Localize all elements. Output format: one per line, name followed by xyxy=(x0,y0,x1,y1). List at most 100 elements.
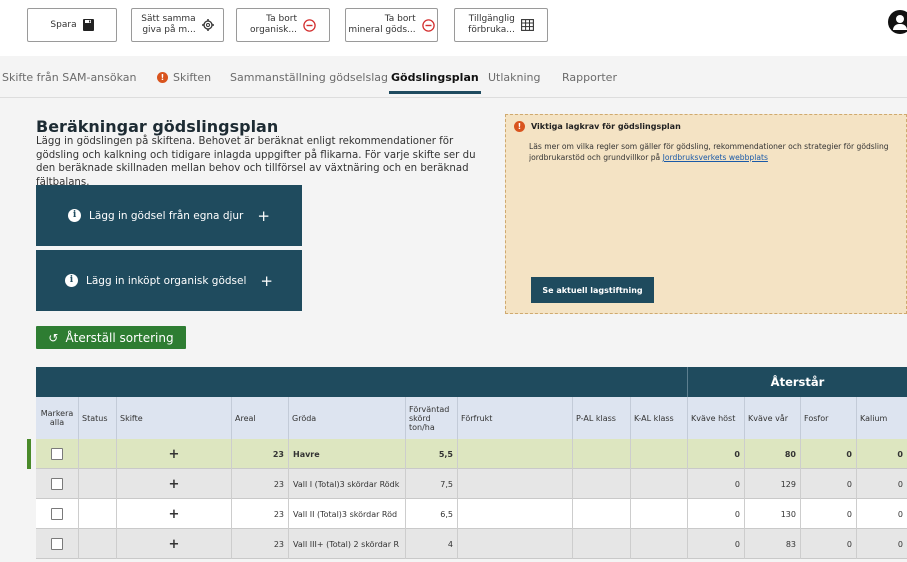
row-status xyxy=(78,469,116,499)
col-pal[interactable]: P-AL klass xyxy=(572,397,630,439)
add-own-manure-button[interactable]: i Lägg in gödsel från egna djur + xyxy=(36,185,302,246)
tab-label: Rapporter xyxy=(562,71,617,84)
cell-kvave-var: 129 xyxy=(744,469,800,499)
cell-kvave-var: 80 xyxy=(744,439,800,469)
tab-utlakning[interactable]: Utlakning xyxy=(488,71,541,84)
toolbar: Spara Sätt samma giva på m... Ta bort orga… xyxy=(0,0,907,56)
remove-organic-button[interactable]: Ta bort organisk... xyxy=(236,8,330,42)
available-label-2: förbruka... xyxy=(468,25,515,35)
remaining-group-label: Återstår xyxy=(770,375,825,389)
same-dose-label-2: giva på m... xyxy=(142,25,196,35)
cell-pal xyxy=(572,499,630,529)
cell-fosfor: 0 xyxy=(800,439,856,469)
tab-label: Sammanställning gödselslag xyxy=(230,71,389,84)
cell-kvave-host: 0 xyxy=(687,499,744,529)
row-status xyxy=(78,499,116,529)
tab-skiften[interactable]: ! Skiften xyxy=(157,71,211,84)
user-avatar-icon[interactable] xyxy=(888,10,907,34)
cell-kalium: 0 xyxy=(856,499,907,529)
page-title: Beräkningar gödslingsplan xyxy=(36,117,279,136)
col-kvave-host[interactable]: Kväve höst xyxy=(687,397,744,439)
col-skord[interactable]: Förväntad skörd ton/ha xyxy=(405,397,457,439)
row-checkbox[interactable] xyxy=(51,508,63,520)
cell-kal xyxy=(630,529,687,559)
page-description: Lägg in gödslingen på skiftena. Behovet … xyxy=(36,136,476,188)
add-bought-manure-button[interactable]: i Lägg in inköpt organisk gödsel + xyxy=(36,250,302,311)
cell-skord: 5,5 xyxy=(405,439,457,469)
jordbruksverket-link[interactable]: Jordbruksverkets webbplats xyxy=(663,153,768,162)
info-icon: i xyxy=(68,209,82,222)
cell-kvave-host: 0 xyxy=(687,469,744,499)
add-bought-manure-label: Lägg in inköpt organisk gödsel xyxy=(86,274,247,287)
col-kal[interactable]: K-AL klass xyxy=(630,397,687,439)
col-kalium[interactable]: Kalium xyxy=(856,397,907,439)
same-dose-button[interactable]: Sätt samma giva på m... xyxy=(131,8,224,42)
cell-kal xyxy=(630,439,687,469)
cell-skord: 7,5 xyxy=(405,469,457,499)
col-kvave-var[interactable]: Kväve vår xyxy=(744,397,800,439)
cell-forfrukt xyxy=(457,439,572,469)
available-button[interactable]: Tillgänglig förbruka... xyxy=(454,8,548,42)
tab-label: Gödslingsplan xyxy=(391,71,479,84)
expand-skifte-button[interactable]: + xyxy=(116,469,231,499)
minus-circle-icon xyxy=(421,18,435,32)
tab-sammanstallning[interactable]: Sammanställning gödselslag xyxy=(230,71,388,84)
tab-godslingsplan[interactable]: Gödslingsplan xyxy=(389,71,481,94)
row-checkbox[interactable] xyxy=(51,478,63,490)
col-groda[interactable]: Gröda xyxy=(288,397,405,439)
reset-sort-label: Återställ sortering xyxy=(65,330,174,345)
col-status[interactable]: Status xyxy=(78,397,116,439)
remove-mineral-label-2: mineral göds... xyxy=(348,25,416,35)
select-all-header[interactable]: Markera alla xyxy=(36,397,78,439)
row-status xyxy=(78,529,116,559)
warning-icon: ! xyxy=(514,121,525,132)
remove-organic-label-2: organisk... xyxy=(250,25,297,35)
tab-sam[interactable]: Skifte från SAM-ansökan xyxy=(2,71,137,84)
row-checkbox[interactable] xyxy=(51,538,63,550)
cell-groda: Vall II (Total)3 skördar Röd xyxy=(288,499,405,529)
cell-kvave-host: 0 xyxy=(687,529,744,559)
save-button[interactable]: Spara xyxy=(27,8,117,42)
cell-groda: Havre xyxy=(288,439,405,469)
cell-kal xyxy=(630,499,687,529)
expand-skifte-button[interactable]: + xyxy=(116,529,231,559)
row-select xyxy=(36,439,78,469)
fertilization-table: Återstår Markera alla Status Skifte Area… xyxy=(36,367,907,562)
plus-icon: + xyxy=(257,206,270,225)
col-fosfor[interactable]: Fosfor xyxy=(800,397,856,439)
cell-kalium: 0 xyxy=(856,439,907,469)
table-row[interactable]: + 23 Vall II (Total)3 skördar Röd 6,5 0 … xyxy=(36,499,907,529)
expand-skifte-button[interactable]: + xyxy=(116,439,231,469)
expand-skifte-button[interactable]: + xyxy=(116,499,231,529)
col-areal[interactable]: Areal xyxy=(231,397,288,439)
cell-fosfor: 0 xyxy=(800,499,856,529)
cell-pal xyxy=(572,439,630,469)
save-label: Spara xyxy=(50,19,77,30)
tab-rapporter[interactable]: Rapporter xyxy=(562,71,617,84)
gear-icon xyxy=(201,19,214,31)
cell-pal xyxy=(572,469,630,499)
table-row[interactable]: + 23 Vall I (Total)3 skördar Rödk 7,5 0 … xyxy=(36,469,907,499)
tab-label: Skiften xyxy=(173,71,212,84)
cell-kvave-var: 83 xyxy=(744,529,800,559)
row-checkbox[interactable] xyxy=(51,448,63,460)
cell-kal xyxy=(630,469,687,499)
row-select xyxy=(36,469,78,499)
table-row[interactable]: + 23 Vall III+ (Total) 2 skördar R 4 0 8… xyxy=(36,529,907,559)
table-group-header: Återstår xyxy=(36,367,907,397)
plus-icon: + xyxy=(260,271,273,290)
tab-label: Skifte från SAM-ansökan xyxy=(2,71,137,84)
same-dose-label-1: Sätt samma xyxy=(141,14,196,24)
cell-pal xyxy=(572,529,630,559)
cell-kalium: 0 xyxy=(856,529,907,559)
table-icon xyxy=(520,19,534,31)
remove-mineral-button[interactable]: Ta bort mineral göds... xyxy=(345,8,438,42)
current-legislation-button[interactable]: Se aktuell lagstiftning xyxy=(531,277,654,303)
col-skifte[interactable]: Skifte xyxy=(116,397,231,439)
cell-forfrukt xyxy=(457,469,572,499)
row-status xyxy=(78,439,116,469)
table-row[interactable]: + 23 Havre 5,5 0 80 0 0 xyxy=(36,439,907,469)
col-forfrukt[interactable]: Förfrukt xyxy=(457,397,572,439)
reset-sort-button[interactable]: ↺ Återställ sortering xyxy=(36,326,186,349)
info-icon: i xyxy=(65,274,78,287)
